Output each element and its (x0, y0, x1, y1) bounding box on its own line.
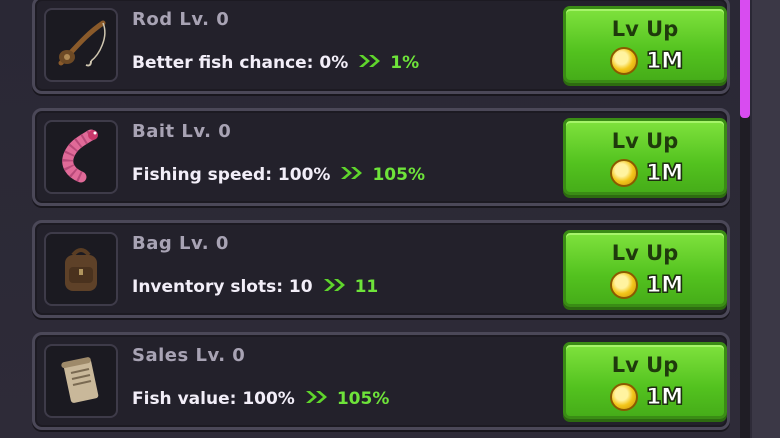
double-chevron-right-icon (323, 277, 347, 297)
cost: 1M (610, 159, 684, 187)
scrollbar-thumb[interactable] (740, 0, 750, 118)
level-up-label: Lv Up (611, 17, 679, 41)
worm-bait-icon (62, 129, 98, 183)
cost-value: 1M (645, 160, 684, 186)
stat-current: 10 (288, 277, 313, 297)
stat-label: Inventory slots: (132, 277, 283, 297)
stat-next: 1% (390, 53, 420, 73)
level-up-button[interactable]: Lv Up 1M (563, 118, 727, 195)
upgrade-stat: Fishing speed: 100% 105% (132, 165, 425, 185)
double-chevron-right-icon (358, 53, 382, 73)
stat-next: 11 (354, 277, 379, 297)
gold-coin-icon (610, 271, 638, 299)
upgrade-title: Bag Lv. 0 (132, 233, 229, 254)
cost-value: 1M (645, 384, 684, 410)
icon-frame (44, 120, 118, 194)
upgrade-stat: Better fish chance: 0% 1% (132, 53, 419, 73)
upgrade-card-bag: Bag Lv. 0 Inventory slots: 10 11 Lv Up 1… (32, 220, 730, 318)
level-up-button[interactable]: Lv Up 1M (563, 342, 727, 419)
cost: 1M (610, 47, 684, 75)
panel-edge (752, 0, 780, 438)
upgrade-card-sales: Sales Lv. 0 Fish value: 100% 105% Lv Up … (32, 332, 730, 430)
icon-frame (44, 232, 118, 306)
upgrade-stat: Inventory slots: 10 11 (132, 277, 378, 297)
double-chevron-right-icon (305, 389, 329, 409)
fishing-rod-icon (58, 20, 106, 67)
upgrade-card-rod: Rod Lv. 0 Better fish chance: 0% 1% Lv U… (32, 0, 730, 94)
cost: 1M (610, 271, 684, 299)
stat-current: 100% (242, 389, 295, 409)
icon-frame (44, 344, 118, 418)
cost-value: 1M (645, 48, 684, 74)
backpack-icon (65, 248, 97, 291)
upgrade-stat: Fish value: 100% 105% (132, 389, 389, 409)
stat-label: Better fish chance: (132, 53, 314, 73)
double-chevron-right-icon (340, 165, 364, 185)
gold-coin-icon (610, 47, 638, 75)
scroll-icon (61, 357, 99, 403)
level-up-button[interactable]: Lv Up 1M (563, 6, 727, 83)
stat-current: 100% (277, 165, 331, 185)
stat-label: Fishing speed: (132, 165, 272, 185)
upgrade-title: Bait Lv. 0 (132, 121, 232, 142)
upgrade-panel: Rod Lv. 0 Better fish chance: 0% 1% Lv U… (0, 0, 780, 438)
cost: 1M (610, 383, 684, 411)
upgrade-title: Sales Lv. 0 (132, 345, 246, 366)
level-up-label: Lv Up (611, 353, 679, 377)
stat-next: 105% (372, 165, 425, 185)
upgrade-card-bait: Bait Lv. 0 Fishing speed: 100% 105% Lv U… (32, 108, 730, 206)
cost-value: 1M (645, 272, 684, 298)
stat-current: 0% (319, 53, 349, 73)
upgrade-title: Rod Lv. 0 (132, 9, 230, 30)
gold-coin-icon (610, 383, 638, 411)
stat-label: Fish value: (132, 389, 237, 409)
level-up-label: Lv Up (611, 129, 679, 153)
level-up-button[interactable]: Lv Up 1M (563, 230, 727, 307)
stat-next: 105% (336, 389, 390, 409)
level-up-label: Lv Up (611, 241, 679, 265)
icon-frame (44, 8, 118, 82)
gold-coin-icon (610, 159, 638, 187)
